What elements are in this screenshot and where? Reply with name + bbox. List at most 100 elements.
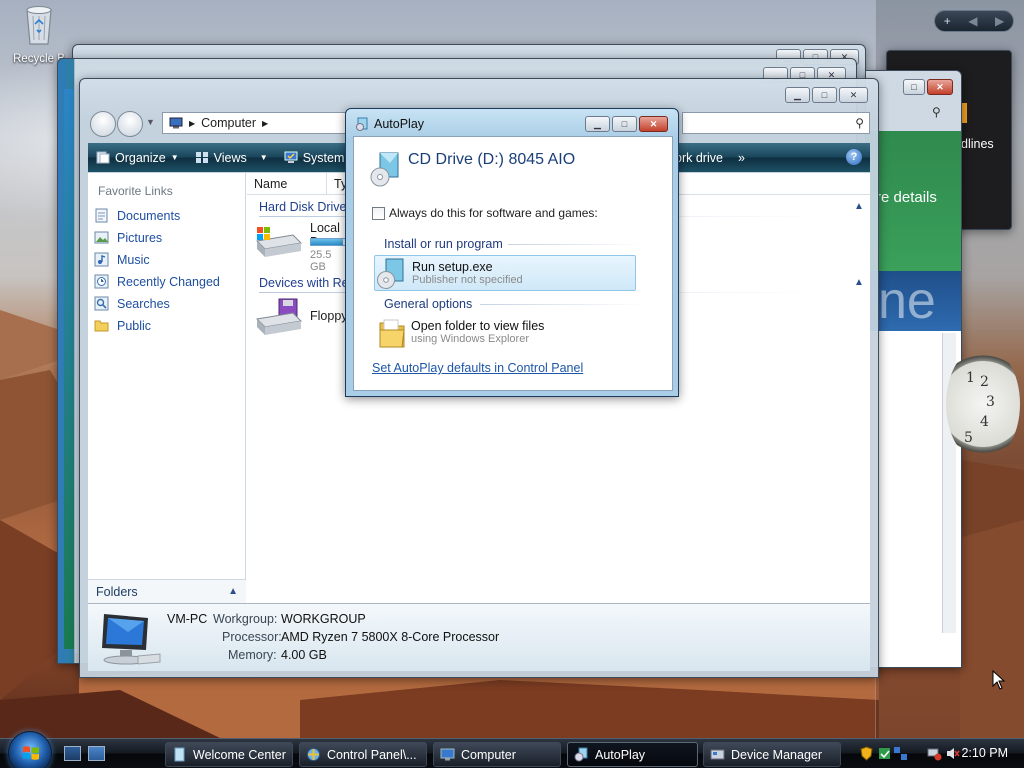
system-clock[interactable]: 2:10 PM (961, 746, 1008, 760)
autoplay-dialog[interactable]: AutoPlay ▁ □ ✕ CD Drive (D:) 8045 AIO Al… (345, 108, 679, 397)
memory-value: 4.00 GB (281, 648, 327, 662)
recent-pages-chevron-icon[interactable]: ▼ (146, 117, 155, 127)
open-folder-subtitle: using Windows Explorer (411, 333, 529, 345)
autoplay-defaults-link[interactable]: Set AutoPlay defaults in Control Panel (372, 361, 583, 375)
open-folder-title: Open folder to view files (411, 319, 545, 333)
open-folder-option[interactable]: Open folder to view files using Windows … (374, 315, 636, 351)
clock-number-3: 3 (986, 394, 995, 410)
group-removable-devices[interactable]: Devices with Rer (259, 276, 353, 290)
section-install-run: Install or run program (384, 237, 503, 251)
sidebar-item-public[interactable]: Public (94, 318, 151, 333)
column-header-name[interactable]: Name (247, 173, 327, 194)
minimize-button[interactable]: ▁ (785, 87, 810, 103)
sidebar-item-label: Recently Changed (117, 274, 220, 289)
recycle-bin-shortcut[interactable]: Recycle B (8, 2, 70, 65)
map-network-drive-label: ork drive (675, 150, 723, 165)
address-text[interactable]: Computer (201, 116, 256, 130)
views-button[interactable]: Views ▼ (187, 143, 276, 172)
add-gadget-button[interactable]: + (944, 14, 951, 28)
always-do-this-checkbox[interactable] (372, 207, 385, 220)
local-disk-item[interactable]: Local D 25.5 GB (255, 221, 350, 273)
computer-icon (440, 748, 455, 761)
dialog-title: AutoPlay (374, 117, 425, 131)
sidebar-item-pictures[interactable]: Pictures (94, 230, 162, 245)
close-button[interactable]: ✕ (839, 87, 868, 103)
address-bar[interactable]: ▶ Computer ▶ (162, 112, 348, 134)
searches-icon (94, 296, 109, 311)
collapse-group-chevron-icon[interactable]: ▲ (854, 277, 864, 288)
maximize-button[interactable]: □ (903, 79, 925, 95)
clock-gadget: 1 2 3 4 5 (946, 346, 1020, 462)
processor-value: AMD Ryzen 7 5800X 8-Core Processor (281, 630, 500, 644)
section-general-options: General options (384, 297, 473, 311)
hard-drive-icon (255, 227, 303, 257)
group-hard-disk-drives[interactable]: Hard Disk Drives (259, 200, 353, 214)
floppy-item[interactable]: Floppy (255, 297, 348, 339)
more-commands-button[interactable]: » (730, 143, 753, 172)
next-gadget-button[interactable]: ▶ (995, 14, 1004, 28)
show-desktop-icon[interactable] (64, 746, 81, 761)
welcome-center-window[interactable]: □ ✕ ⚲ re details ne (865, 70, 962, 668)
sidebar-item-label: Pictures (117, 230, 163, 245)
run-setup-option[interactable]: Run setup.exe Publisher not specified (374, 255, 636, 291)
close-button[interactable]: ✕ (927, 79, 953, 95)
sidebar-item-searches[interactable]: Searches (94, 296, 170, 311)
security-shield-icon[interactable] (859, 746, 874, 761)
computer-name: VM-PC (167, 612, 208, 626)
workgroup-label: Workgroup: (213, 612, 278, 626)
desktop: Recycle B + ◀ ▶ dlines ▁ □ ✕ ▁ □ ✕ □ ✕ ⚲ (0, 0, 1024, 768)
task-device-manager[interactable]: Device Manager (703, 742, 841, 767)
organize-button[interactable]: Organize ▼ (88, 143, 187, 172)
maximize-button[interactable]: □ (612, 116, 637, 132)
views-dropdown-icon: ▼ (259, 153, 268, 162)
close-button[interactable]: ✕ (639, 116, 668, 132)
autoplay-icon (574, 747, 588, 762)
local-disk-usage-bar (310, 238, 350, 246)
ne-text: ne (878, 272, 936, 330)
clock-number-2: 2 (980, 374, 989, 390)
volume-muted-icon[interactable] (945, 746, 960, 761)
switch-windows-icon[interactable] (88, 746, 105, 761)
music-icon (94, 252, 109, 267)
public-folder-icon (94, 320, 109, 332)
help-icon[interactable]: ? (846, 149, 862, 165)
minimize-button[interactable]: ▁ (585, 116, 610, 132)
workgroup-value: WORKGROUP (281, 612, 366, 626)
computer-icon (169, 117, 183, 129)
start-button[interactable] (8, 731, 52, 768)
sidebar-controls[interactable]: + ◀ ▶ (934, 10, 1014, 32)
windows-update-icon[interactable] (877, 746, 892, 761)
network-disconnected-icon[interactable] (927, 746, 942, 761)
search-icon[interactable]: ⚲ (855, 116, 864, 130)
organize-dropdown-icon: ▼ (170, 153, 179, 162)
forward-button[interactable] (117, 111, 143, 137)
always-do-this-label[interactable]: Always do this for software and games: (389, 206, 598, 220)
search-input[interactable]: ⚲ (682, 112, 870, 134)
local-disk-free: 25.5 GB (310, 249, 332, 273)
prev-gadget-button[interactable]: ◀ (968, 14, 977, 28)
back-button[interactable] (90, 111, 116, 137)
task-welcome-center[interactable]: Welcome Center (165, 742, 293, 767)
details-pane: VM-PC Workgroup: WORKGROUP Processor: AM… (88, 603, 870, 671)
search-icon[interactable]: ⚲ (932, 105, 941, 119)
network-status-icon[interactable] (893, 746, 908, 761)
task-computer[interactable]: Computer (433, 742, 561, 767)
address-separator-icon[interactable]: ▶ (189, 119, 195, 128)
control-panel-icon (307, 748, 320, 761)
address-chevron-icon[interactable]: ▶ (262, 119, 268, 128)
folders-bar[interactable]: Folders ▲ (88, 579, 246, 603)
sidebar-item-label: Music (117, 252, 150, 267)
sidebar-item-recently-changed[interactable]: Recently Changed (94, 274, 220, 289)
collapse-group-chevron-icon[interactable]: ▲ (854, 201, 864, 212)
taskbar: Welcome Center Control Panel\... Compute… (0, 731, 1024, 768)
device-manager-icon (710, 749, 725, 760)
sidebar-item-music[interactable]: Music (94, 252, 150, 267)
sidebar-item-documents[interactable]: Documents (94, 208, 180, 223)
chevron-up-icon[interactable]: ▲ (228, 586, 238, 597)
task-control-panel[interactable]: Control Panel\... (299, 742, 427, 767)
task-autoplay[interactable]: AutoPlay (567, 742, 698, 767)
recycle-bin-icon (26, 6, 52, 45)
folders-label: Folders (96, 584, 138, 599)
computer-icon (102, 614, 161, 665)
maximize-button[interactable]: □ (812, 87, 837, 103)
